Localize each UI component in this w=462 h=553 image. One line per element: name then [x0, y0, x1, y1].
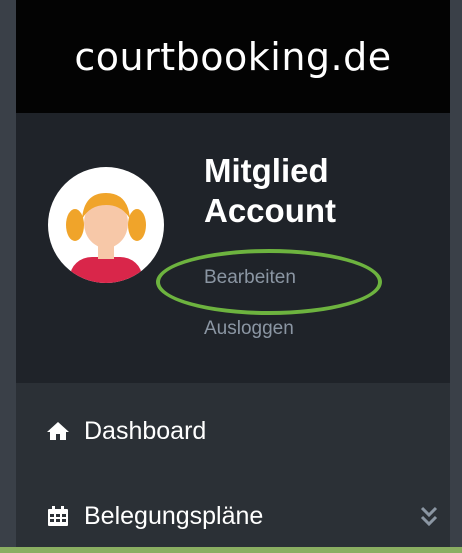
nav-item-dashboard[interactable]: Dashboard	[46, 411, 206, 451]
double-chevron-down-icon[interactable]	[418, 504, 440, 528]
nav-item-label: Belegungspläne	[84, 501, 264, 530]
nav-menu: Dashboard Belegungspläne	[16, 383, 450, 553]
page-right-edge	[450, 0, 462, 553]
nav-item-belegungsplaene[interactable]: Belegungspläne	[46, 496, 438, 536]
logo: courtbooking.de	[74, 34, 392, 79]
account-name: Mitglied Account	[204, 152, 336, 229]
home-icon	[47, 422, 69, 440]
avatar	[48, 167, 164, 283]
calendar-icon	[48, 506, 68, 526]
logout-link[interactable]: Ausloggen	[204, 318, 294, 340]
bottom-accent-line	[0, 547, 462, 553]
nav-item-label: Dashboard	[84, 416, 207, 445]
profile-panel: Mitglied Account Bearbeiten Ausloggen	[16, 113, 450, 383]
sidebar: courtbooking.de Mitglied Account Bearbei…	[16, 0, 450, 553]
page-left-edge	[0, 0, 16, 553]
edit-profile-link[interactable]: Bearbeiten	[204, 267, 296, 289]
logo-bar[interactable]: courtbooking.de	[16, 0, 450, 113]
